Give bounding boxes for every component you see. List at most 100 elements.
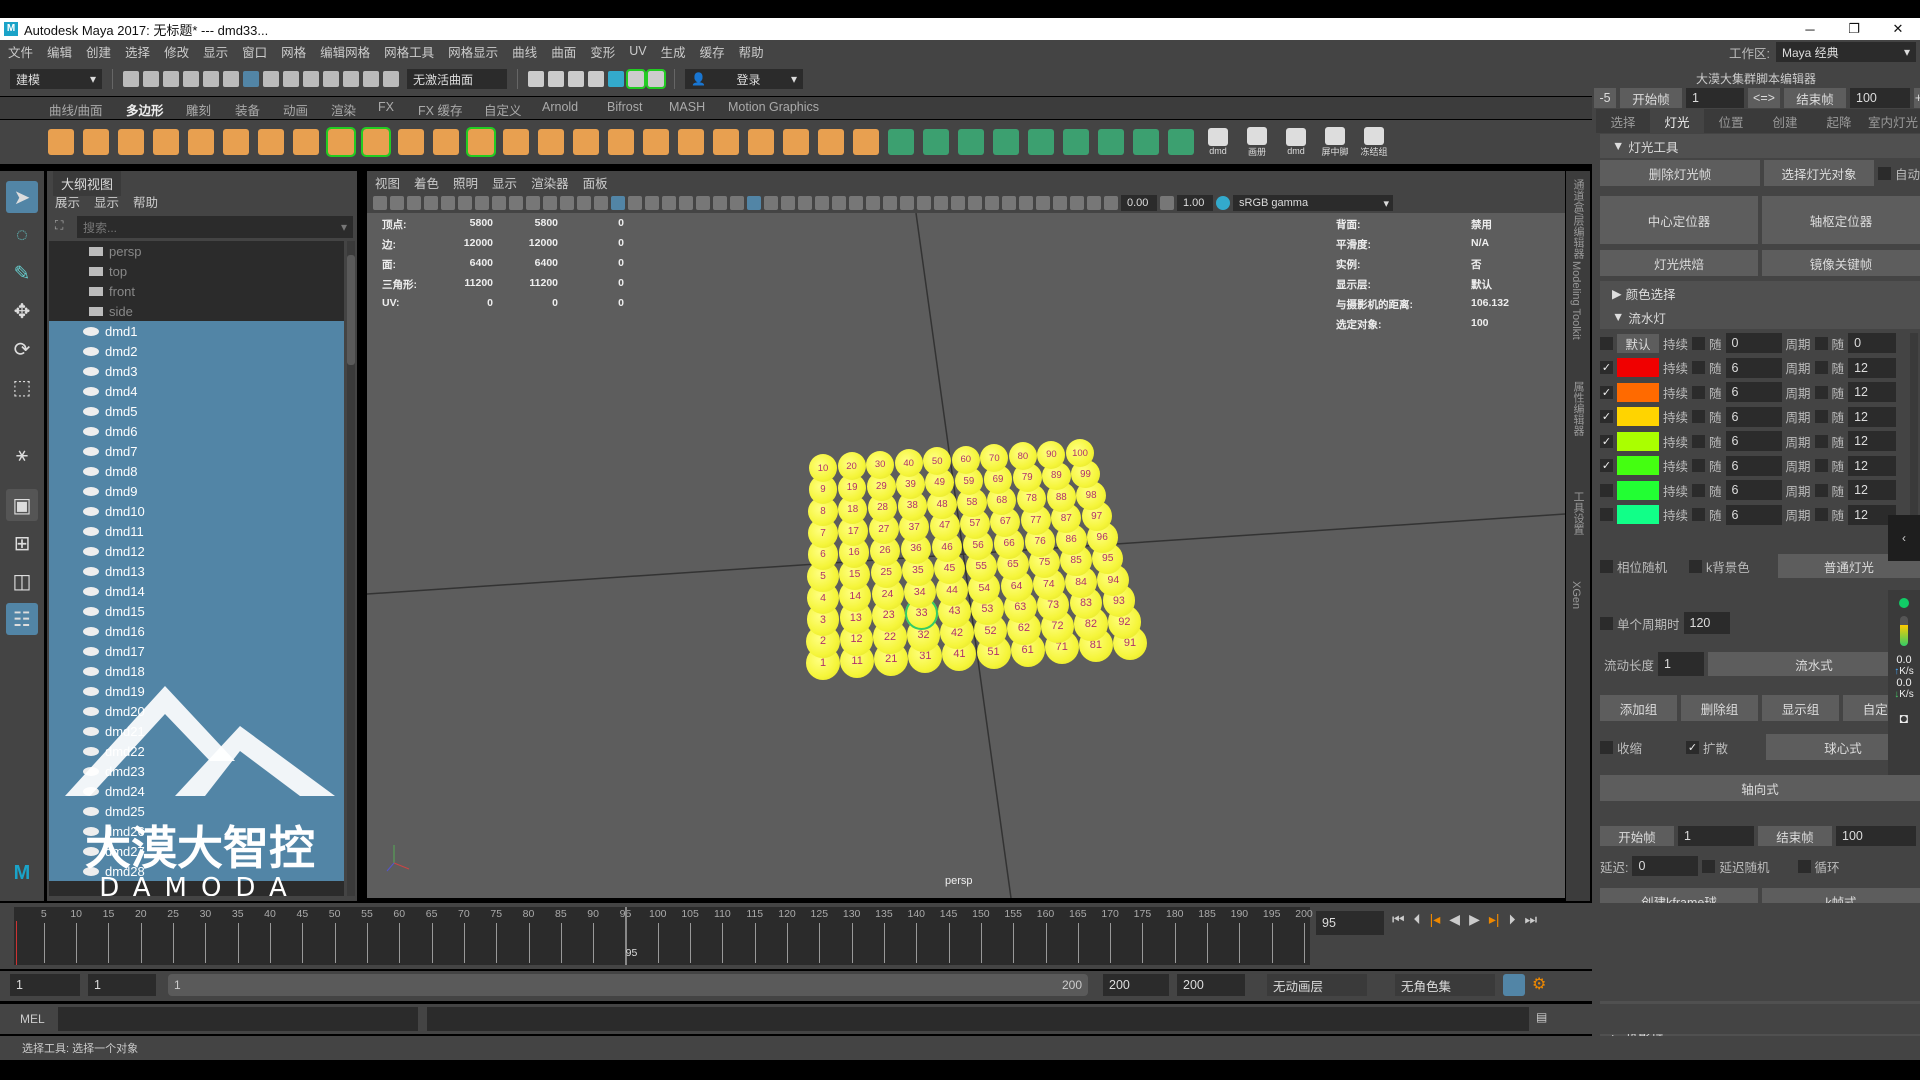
viewport-menu-item[interactable]: 渲染器 xyxy=(531,173,569,192)
random-duration-checkbox[interactable] xyxy=(1692,361,1706,374)
step-back-frame-icon[interactable]: |◂ xyxy=(1430,911,1441,928)
cut-uv-icon[interactable] xyxy=(853,129,879,155)
color-swatch[interactable] xyxy=(1617,431,1659,451)
drone-ball[interactable]: 20 xyxy=(837,452,866,481)
color-swatch[interactable] xyxy=(1617,456,1659,475)
drone-ball[interactable]: 60 xyxy=(951,445,980,474)
menu-item[interactable]: 生成 xyxy=(661,42,686,61)
ipr-render-icon[interactable] xyxy=(548,71,564,87)
outliner-item[interactable]: dmd9 xyxy=(49,481,344,501)
tab-2[interactable]: 位置 xyxy=(1704,112,1758,131)
viewport-tool-icon[interactable] xyxy=(441,196,455,210)
shelf-tab[interactable]: Bifrost xyxy=(607,100,642,114)
login-dropdown[interactable]: 👤 登录 ▾ xyxy=(685,69,803,89)
random-period-checkbox[interactable] xyxy=(1814,459,1828,472)
viewport-tool-icon[interactable] xyxy=(407,196,421,210)
poly-cylinder-icon[interactable] xyxy=(118,129,144,155)
k-bg-checkbox[interactable] xyxy=(1689,559,1703,573)
start-frame-label[interactable]: 开始帧 xyxy=(1620,88,1682,108)
random-duration-checkbox[interactable] xyxy=(1692,508,1706,521)
shelf-tab[interactable]: MASH xyxy=(669,100,705,114)
timeline-track[interactable]: 5 10 15 20 25 30 35 40 45 50 55 60 65 70 75 80 85 90 95 100… xyxy=(14,907,1313,965)
outliner-layout-icon[interactable]: ☷ xyxy=(6,603,38,635)
uv-editor-icon[interactable] xyxy=(783,129,809,155)
save-scene-icon[interactable] xyxy=(163,71,179,87)
viewport-tool-icon[interactable] xyxy=(968,196,982,210)
viewport-tool-icon[interactable] xyxy=(1002,196,1016,210)
flow-length-field[interactable]: 1 xyxy=(1658,652,1705,676)
shelf-tab[interactable]: 自定义 xyxy=(484,100,522,119)
shelf-tab[interactable]: 雕刻 xyxy=(186,100,211,119)
mel-input[interactable] xyxy=(58,1007,418,1031)
outliner-menu-item[interactable]: 显示 xyxy=(94,192,119,211)
tab-1[interactable]: 灯光 xyxy=(1650,107,1704,135)
period-field[interactable]: 12 xyxy=(1848,480,1897,500)
tab-4[interactable]: 起降 xyxy=(1812,112,1866,131)
end-frame-field-2[interactable]: 100 xyxy=(1836,826,1916,846)
mirror-icon[interactable] xyxy=(713,129,739,155)
shelf-script-button[interactable]: dmd xyxy=(1203,128,1233,156)
row-enable-checkbox[interactable]: ✓ xyxy=(1600,385,1613,399)
new-scene-icon[interactable] xyxy=(123,71,139,87)
mirror-keys-button[interactable]: 镜像关键帧 xyxy=(1762,250,1920,276)
select-lights-button[interactable]: 选择灯光对象 xyxy=(1764,160,1874,186)
color-swatch[interactable] xyxy=(1617,480,1659,500)
script-editor-icon[interactable]: ▤ xyxy=(1536,1010,1547,1024)
loop-checkbox[interactable] xyxy=(1797,859,1811,873)
viewport-tool-icon[interactable] xyxy=(594,196,608,210)
light-tools-header[interactable]: ▼ 灯光工具 xyxy=(1600,134,1920,158)
shelf-tab[interactable]: FX xyxy=(378,100,394,114)
random-period-checkbox[interactable] xyxy=(1814,336,1828,350)
row-enable-checkbox[interactable] xyxy=(1600,508,1613,521)
shelf-tab[interactable]: Motion Graphics xyxy=(728,100,819,114)
viewport-tool-icon[interactable] xyxy=(764,196,778,210)
smooth-icon[interactable] xyxy=(466,127,496,157)
step-back-key-icon[interactable]: ⏴ xyxy=(1414,911,1421,928)
outliner-item[interactable]: dmd17 xyxy=(49,641,344,661)
gamma-field[interactable]: 1.00 xyxy=(1177,195,1213,211)
script-5-icon[interactable] xyxy=(1063,129,1089,155)
color-management-icon[interactable] xyxy=(1216,196,1230,210)
outliner-item[interactable]: dmd16 xyxy=(49,621,344,641)
render-frame-icon[interactable] xyxy=(528,71,544,87)
period-field[interactable]: 12 xyxy=(1848,406,1897,427)
tab-0[interactable]: 选择 xyxy=(1596,112,1650,131)
script-3-icon[interactable] xyxy=(993,129,1019,155)
viewport-tool-icon[interactable] xyxy=(628,196,642,210)
outliner-camera-item[interactable]: front xyxy=(49,281,344,301)
outliner-item[interactable]: dmd14 xyxy=(49,581,344,601)
shelf-script-button[interactable]: dmd xyxy=(1281,128,1311,156)
add-group-button[interactable]: 添加组 xyxy=(1600,695,1677,721)
period-field[interactable]: 0 xyxy=(1848,333,1897,353)
select-component-icon[interactable] xyxy=(263,71,279,87)
outliner-item[interactable]: dmd5 xyxy=(49,401,344,421)
viewport-tool-icon[interactable] xyxy=(696,196,710,210)
auto-checkbox[interactable] xyxy=(1878,166,1891,180)
bevel-icon[interactable] xyxy=(573,129,599,155)
viewport-tool-icon[interactable] xyxy=(883,196,897,210)
side-tab[interactable]: 属性编辑器 xyxy=(1570,381,1586,436)
menu-item[interactable]: 文件 xyxy=(8,42,33,61)
random-period-checkbox[interactable] xyxy=(1814,385,1828,399)
lasso-tool-icon[interactable]: ◌ xyxy=(6,219,38,251)
duration-field[interactable]: 6 xyxy=(1725,382,1782,402)
snap-surface-icon[interactable] xyxy=(363,71,379,87)
shelf-tab[interactable]: 渲染 xyxy=(331,100,356,119)
viewport-tool-icon[interactable] xyxy=(832,196,846,210)
poly-cone-icon[interactable] xyxy=(153,129,179,155)
tab-5[interactable]: 室内灯光 xyxy=(1866,112,1920,131)
random-period-checkbox[interactable] xyxy=(1814,508,1828,521)
paint-select-tool-icon[interactable]: ✎ xyxy=(6,257,38,289)
drone-ball[interactable]: 40 xyxy=(894,449,923,477)
delay-random-checkbox[interactable] xyxy=(1702,859,1716,873)
drone-ball[interactable]: 10 xyxy=(809,454,837,482)
menu-item[interactable]: 窗口 xyxy=(242,42,267,61)
outliner-camera-item[interactable]: persp xyxy=(49,241,344,261)
workspace-dropdown[interactable]: Maya 经典 ▾ xyxy=(1776,42,1916,62)
camera-icon[interactable]: ◘ xyxy=(1888,710,1920,726)
outliner-item[interactable]: dmd7 xyxy=(49,441,344,461)
color-swatch[interactable] xyxy=(1617,407,1659,426)
row-enable-checkbox[interactable]: ✓ xyxy=(1600,361,1613,374)
menu-item[interactable]: 网格 xyxy=(281,42,306,61)
menu-item[interactable]: 选择 xyxy=(125,42,150,61)
